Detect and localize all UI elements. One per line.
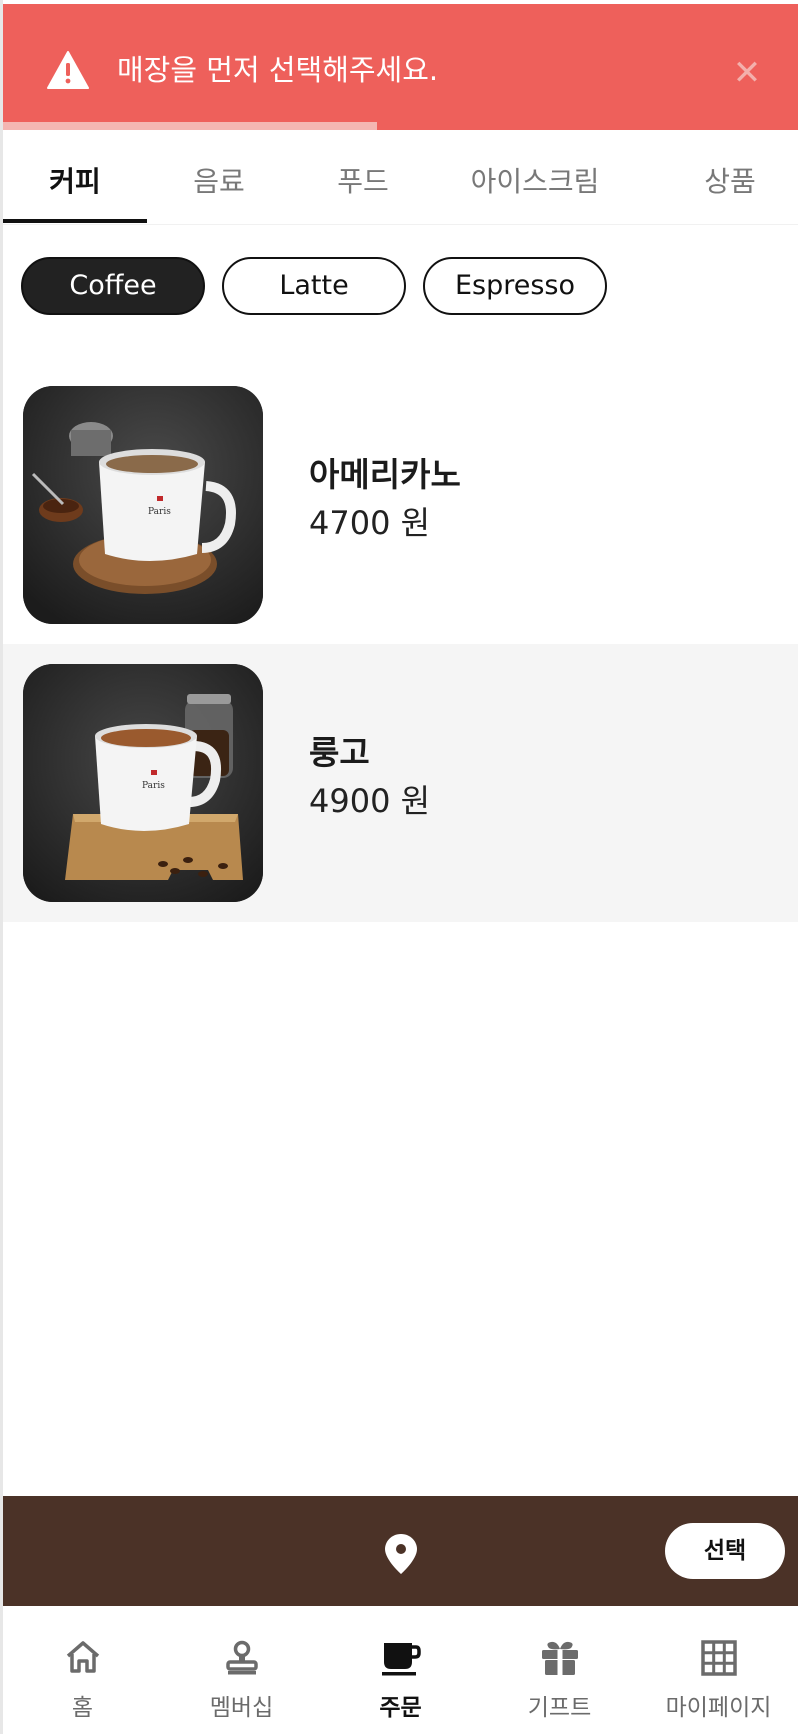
product-item[interactable]: Paris 아메리카노 4700 원	[3, 366, 798, 644]
coffee-cup-icon	[381, 1643, 421, 1676]
toast-progress-bar	[3, 122, 377, 130]
location-pin-icon[interactable]	[383, 1534, 419, 1574]
alert-toast: 매장을 먼저 선택해주세요. ✕	[3, 4, 798, 130]
tab-coffee[interactable]: 커피	[3, 160, 147, 200]
home-icon	[66, 1641, 99, 1673]
nav-order[interactable]: 주문	[321, 1606, 480, 1734]
toast-message: 매장을 먼저 선택해주세요.	[117, 53, 439, 87]
tab-drinks[interactable]: 음료	[147, 160, 291, 200]
tab-food[interactable]: 푸드	[291, 160, 435, 200]
nav-home[interactable]: 홈	[3, 1606, 162, 1734]
nav-membership[interactable]: 멤버십	[162, 1606, 321, 1734]
product-name: 룽고	[309, 733, 370, 772]
grid-icon	[700, 1640, 737, 1676]
nav-label: 마이페이지	[665, 1695, 772, 1721]
svg-text:Paris: Paris	[148, 507, 171, 517]
tab-goods[interactable]: 상품	[658, 160, 798, 200]
chip-latte[interactable]: Latte	[222, 257, 406, 315]
nav-mypage[interactable]: 마이페이지	[639, 1606, 798, 1734]
product-price: 4900 원	[309, 782, 431, 820]
product-image-lungo: Paris	[23, 664, 263, 902]
nav-label: 주문	[379, 1695, 422, 1721]
chip-coffee[interactable]: Coffee	[21, 257, 205, 315]
gift-icon	[541, 1641, 578, 1675]
product-name: 아메리카노	[309, 455, 461, 494]
nav-label: 기프트	[527, 1695, 592, 1721]
close-icon[interactable]: ✕	[727, 56, 767, 92]
warning-icon	[47, 51, 89, 89]
chip-espresso[interactable]: Espresso	[423, 257, 607, 315]
select-store-button[interactable]: 선택	[665, 1523, 785, 1579]
product-price: 4700 원	[309, 504, 431, 542]
product-item[interactable]: Paris 룽고 4900 원	[3, 644, 798, 922]
store-selection-bar: 선택	[3, 1496, 798, 1606]
nav-gift[interactable]: 기프트	[480, 1606, 639, 1734]
nav-label: 멤버십	[209, 1695, 274, 1721]
tab-icecream[interactable]: 아이스크림	[435, 160, 635, 200]
category-tabs: 커피 음료 푸드 아이스크림 상품	[3, 132, 798, 225]
stamp-icon	[225, 1640, 258, 1675]
active-tab-indicator	[3, 219, 147, 223]
bottom-navigation: 홈 멤버십 주문 기프트 마이페이지	[3, 1606, 798, 1734]
product-image-americano: Paris	[23, 386, 263, 624]
svg-text:Paris: Paris	[142, 781, 165, 791]
nav-label: 홈	[71, 1695, 94, 1721]
